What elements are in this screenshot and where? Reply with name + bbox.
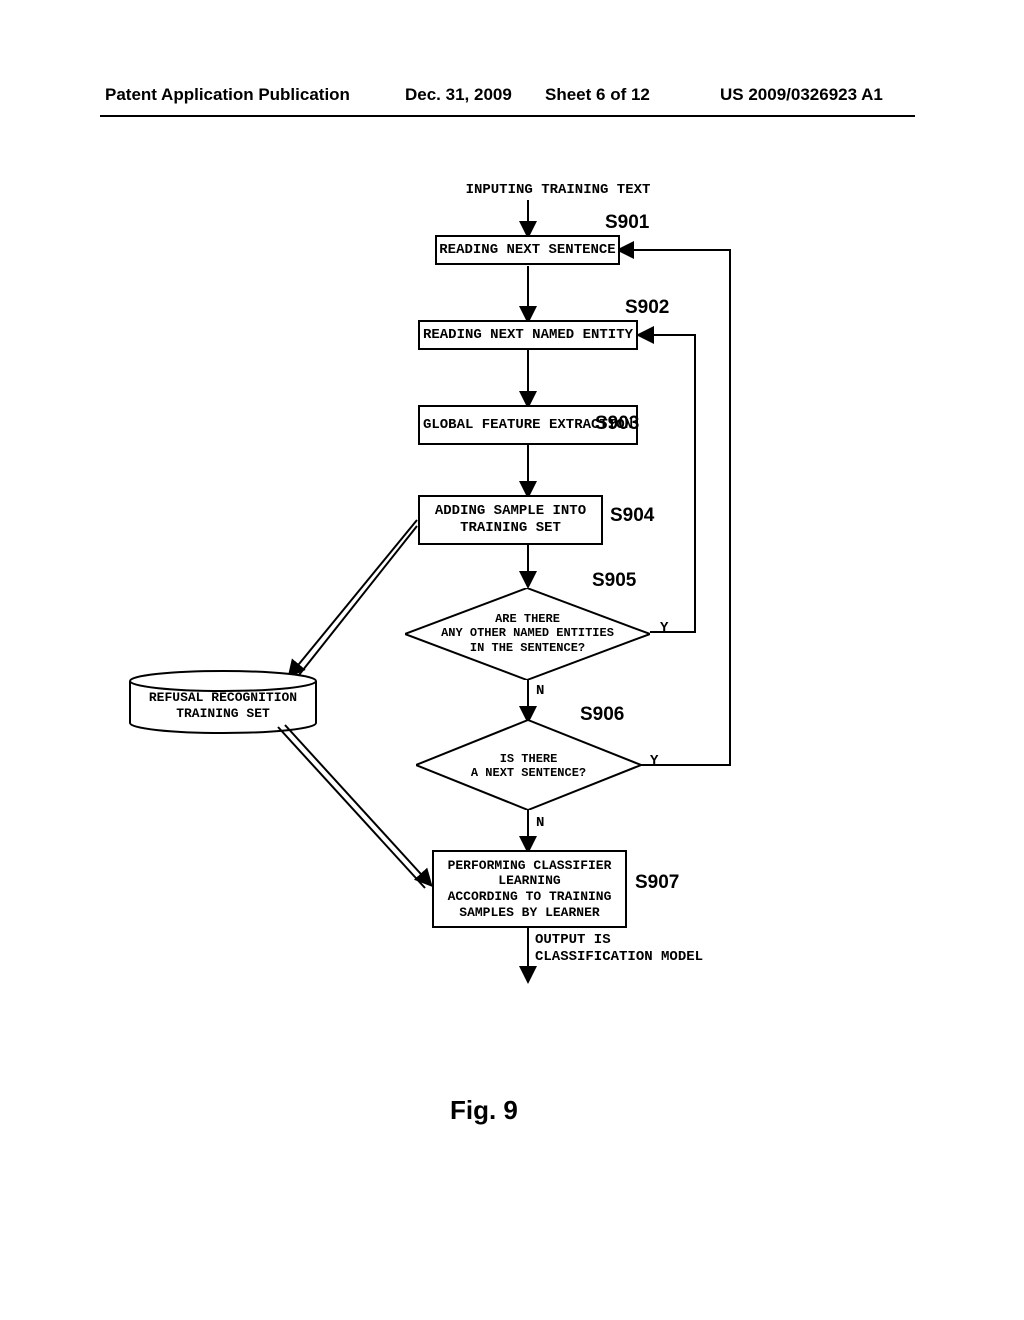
- step-s903: S903: [595, 413, 639, 435]
- cylinder-refusal-text: REFUSAL RECOGNITION TRAINING SET: [128, 690, 318, 723]
- s906-y: Y: [650, 753, 658, 769]
- step-s904: S904: [610, 505, 654, 527]
- step-s905: S905: [592, 570, 636, 592]
- step-s906: S906: [580, 704, 624, 726]
- diamond-s906: IS THERE A NEXT SENTENCE?: [416, 720, 641, 810]
- s905-y: Y: [660, 620, 668, 636]
- s905-n: N: [536, 683, 544, 699]
- step-s907: S907: [635, 872, 679, 894]
- box-s901: READING NEXT SENTENCE: [435, 235, 620, 265]
- box-s904: ADDING SAMPLE INTO TRAINING SET: [418, 495, 603, 545]
- step-s902: S902: [625, 297, 669, 319]
- header-rule: [100, 115, 915, 117]
- box-s907: PERFORMING CLASSIFIER LEARNING ACCORDING…: [432, 850, 627, 928]
- header-date: Dec. 31, 2009: [405, 85, 512, 105]
- flowchart: INPUTING TRAINING TEXT READING NEXT SENT…: [0, 200, 1024, 1200]
- step-s901: S901: [605, 212, 649, 234]
- diamond-s906-text: IS THERE A NEXT SENTENCE?: [416, 752, 641, 781]
- box-s902: READING NEXT NAMED ENTITY: [418, 320, 638, 350]
- cylinder-refusal: REFUSAL RECOGNITION TRAINING SET: [128, 670, 318, 734]
- output-label: OUTPUT IS CLASSIFICATION MODEL: [535, 932, 745, 966]
- header-appnum: US 2009/0326923 A1: [720, 85, 883, 105]
- header-sheet: Sheet 6 of 12: [545, 85, 650, 105]
- header-publication: Patent Application Publication: [105, 85, 350, 105]
- figure-label: Fig. 9: [450, 1095, 518, 1126]
- diamond-s905: ARE THERE ANY OTHER NAMED ENTITIES IN TH…: [405, 588, 650, 680]
- input-label: INPUTING TRAINING TEXT: [458, 182, 658, 199]
- s906-n: N: [536, 815, 544, 831]
- diamond-s905-text: ARE THERE ANY OTHER NAMED ENTITIES IN TH…: [405, 612, 650, 655]
